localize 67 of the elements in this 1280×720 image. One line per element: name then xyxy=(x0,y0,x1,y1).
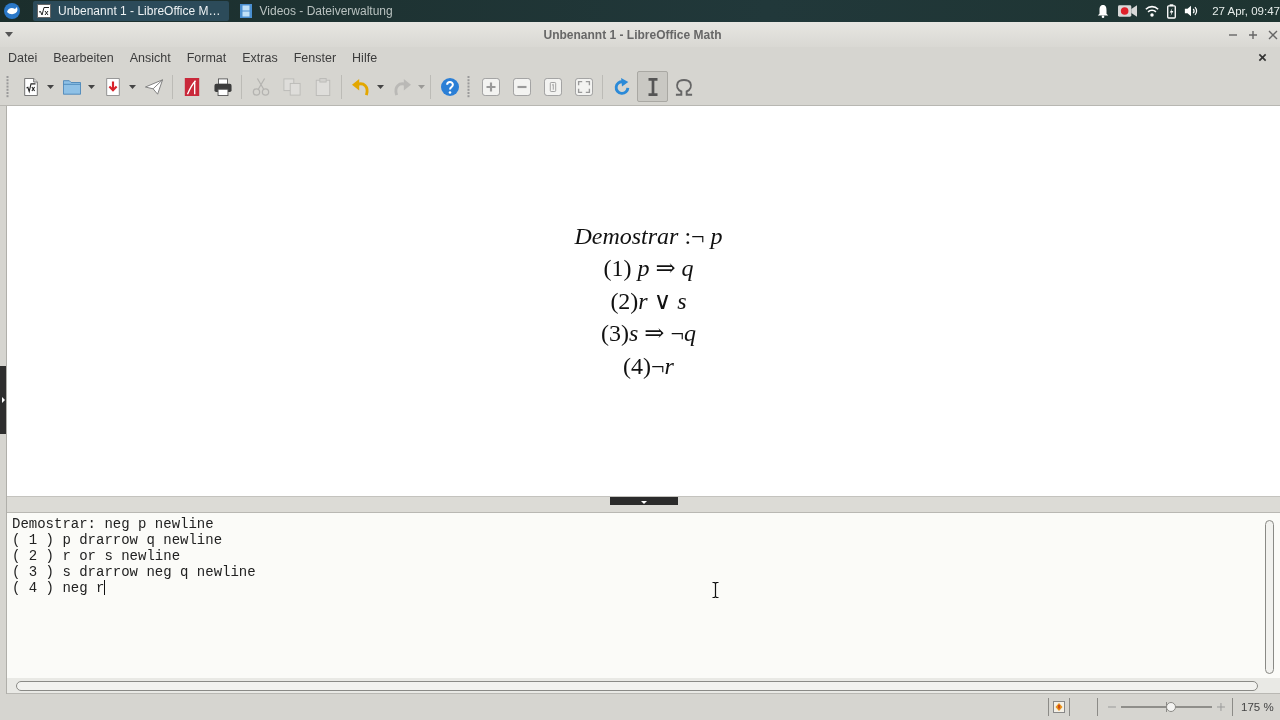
menu-item[interactable]: Format xyxy=(178,47,235,68)
toolbar-grip[interactable] xyxy=(6,75,9,98)
formula-document-icon xyxy=(37,4,51,18)
pdf-document-icon xyxy=(182,77,201,96)
caret-icon xyxy=(418,84,425,89)
document-download-icon xyxy=(104,77,122,96)
app-menu-icon[interactable] xyxy=(4,3,20,19)
formula-line: Demostrar :¬ p xyxy=(574,221,723,251)
menu-item[interactable]: Bearbeiten xyxy=(45,47,122,68)
taskbar-button[interactable]: Unbenannt 1 - LibreOffice M… xyxy=(33,1,229,21)
zoom-slider[interactable] xyxy=(1120,702,1213,712)
caret-icon xyxy=(47,84,54,89)
close-document-icon[interactable] xyxy=(1258,53,1267,62)
omega-icon xyxy=(674,77,693,96)
caret-icon xyxy=(88,84,95,89)
splitter[interactable] xyxy=(7,497,1280,513)
actual-size-icon xyxy=(543,77,562,96)
redo-arrow-icon xyxy=(393,77,411,96)
menu-item[interactable]: Ansicht xyxy=(121,47,179,68)
maximize-icon[interactable] xyxy=(1248,29,1258,40)
command-editor[interactable]: Demostrar: neg p newline ( 1 ) p drarrow q newline ( 2 ) r or s newline ( 3 ) s drarrow neg q newline ( 4 ) neg r xyxy=(7,513,1258,678)
volume-icon[interactable] xyxy=(1184,4,1199,18)
formula-document-icon xyxy=(22,77,40,96)
zoom-in-icon xyxy=(481,77,500,96)
show-all-icon xyxy=(574,77,593,96)
horizontal-scrollbar[interactable] xyxy=(16,680,1258,691)
screen-record-icon[interactable] xyxy=(1118,4,1138,18)
sidebar-toggle[interactable] xyxy=(0,366,6,434)
clock[interactable]: 27 Apr, 09:47 xyxy=(1212,5,1280,17)
film-strip-icon xyxy=(238,4,253,18)
text-caret-icon xyxy=(104,580,106,595)
slider-thumb[interactable] xyxy=(1166,702,1177,712)
scrollbar-thumb[interactable] xyxy=(1264,520,1274,674)
menu-item[interactable]: Extras xyxy=(234,47,286,68)
zoom-level-text[interactable]: 175 % xyxy=(1241,701,1274,713)
mouse-text-cursor-icon xyxy=(712,582,719,598)
help-icon xyxy=(440,77,459,96)
scissors-icon xyxy=(251,77,270,96)
menu-item[interactable]: Hilfe xyxy=(344,47,386,68)
document-modified-icon[interactable] xyxy=(1053,701,1065,713)
menu-item[interactable]: Datei xyxy=(0,47,46,68)
window-title: Unbenannt 1 - LibreOffice Math xyxy=(542,27,723,42)
wifi-icon[interactable] xyxy=(1145,4,1160,18)
caret-icon xyxy=(129,84,136,89)
folder-icon xyxy=(63,77,81,96)
battery-icon[interactable] xyxy=(1167,3,1177,19)
menu-item[interactable]: Fenster xyxy=(285,47,345,68)
zoom-out-icon xyxy=(512,77,531,96)
taskbar-button[interactable]: Videos - Dateiverwaltung xyxy=(234,1,401,21)
paper-plane-icon xyxy=(144,77,163,96)
formula-line: (1) p ⇒ q xyxy=(603,254,694,284)
formula-line: (2)r ∨ s xyxy=(610,286,687,316)
copy-icon xyxy=(282,77,301,96)
clipboard-icon xyxy=(313,77,332,96)
undo-arrow-icon xyxy=(352,77,370,96)
toolbar-grip[interactable] xyxy=(467,75,470,98)
vertical-scrollbar[interactable] xyxy=(1258,513,1280,678)
close-icon[interactable] xyxy=(1268,29,1278,40)
splitter-handle[interactable] xyxy=(609,497,678,505)
caret-icon xyxy=(377,84,384,89)
refresh-icon xyxy=(612,77,631,96)
formula-line: (4)¬r xyxy=(623,351,674,381)
formula-line: (3)s ⇒ ¬q xyxy=(601,319,696,349)
window-menu-icon[interactable] xyxy=(5,32,13,37)
arrow-right-icon xyxy=(1,397,5,403)
printer-icon xyxy=(213,77,232,96)
arrow-down-icon xyxy=(640,501,647,504)
